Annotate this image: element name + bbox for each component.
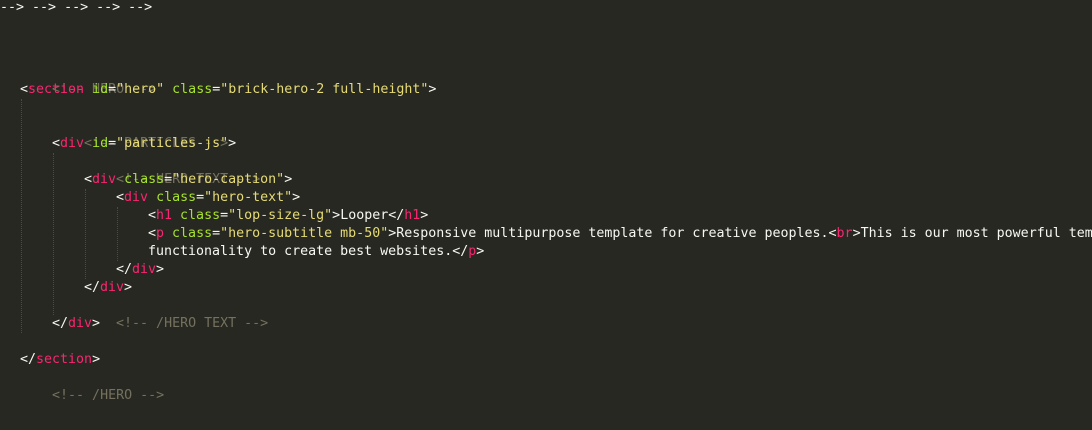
- code-line[interactable]: <!-- /HERO -->: [20, 369, 164, 403]
- indent-guide: [53, 153, 54, 315]
- code-comment: <!-- /HERO -->: [52, 388, 165, 403]
- code-string: "brick-hero-2 full-height": [220, 82, 429, 97]
- code-line[interactable]: </div>: [116, 261, 164, 279]
- code-editor[interactable]: --> <!-- HERO --> <section id="hero" cla…: [0, 0, 1092, 430]
- code-line[interactable]: <div id="particles-js">: [52, 135, 236, 153]
- code-text: functionality to create best websites.: [148, 244, 453, 259]
- code-string: "hero-caption": [172, 172, 285, 187]
- code-text: This is our most powerful tem: [860, 226, 1092, 241]
- code-tag: section: [36, 352, 93, 367]
- code-tag: p: [156, 226, 165, 241]
- code-string: "hero-text": [204, 190, 293, 205]
- code-line[interactable]: <!-- PARTICLES -->: [52, 117, 228, 151]
- code-line[interactable]: <section id="hero" class="brick-hero-2 f…: [20, 81, 436, 99]
- code-string: "hero": [116, 82, 165, 97]
- code-attribute: class: [180, 208, 221, 223]
- code-line[interactable]: <p class="hero-subtitle mb-50">Responsiv…: [148, 225, 1092, 243]
- code-tag: br: [836, 226, 853, 241]
- code-attribute: class: [156, 190, 197, 205]
- code-line[interactable]: <div class="hero-text">: [116, 189, 300, 207]
- code-string: "particles-js": [116, 136, 229, 151]
- code-tag: h1: [156, 208, 173, 223]
- code-text: Looper: [340, 208, 389, 223]
- code-comment: <!-- /HERO TEXT -->: [116, 316, 269, 331]
- code-attribute: class: [124, 172, 165, 187]
- code-tag: h1: [404, 208, 421, 223]
- code-tag: div: [68, 316, 93, 331]
- code-tag: div: [92, 172, 117, 187]
- code-string: "lop-size-lg": [228, 208, 333, 223]
- code-line[interactable]: </section>: [20, 351, 100, 369]
- code-line[interactable]: <div class="hero-caption">: [84, 171, 292, 189]
- indent-guide: [21, 99, 22, 333]
- code-text: Responsive multipurpose template for cre…: [396, 226, 829, 241]
- code-line[interactable]: </div>: [84, 279, 132, 297]
- code-line[interactable]: functionality to create best websites.</…: [148, 243, 484, 261]
- code-tag: div: [60, 136, 85, 151]
- code-attribute: id: [92, 136, 109, 151]
- code-line[interactable]: <!-- /HERO TEXT -->: [84, 297, 268, 331]
- code-attribute: class: [172, 82, 213, 97]
- code-line[interactable]: <!-- HERO TEXT -->: [84, 153, 260, 187]
- code-line[interactable]: <!-- HERO -->: [20, 63, 156, 97]
- indent-guide: [117, 207, 118, 261]
- code-attribute: id: [92, 82, 109, 97]
- code-string: "hero-subtitle mb-50": [220, 226, 389, 241]
- code-tag: div: [132, 262, 157, 277]
- code-tag: div: [100, 280, 125, 295]
- code-attribute: class: [172, 226, 213, 241]
- code-tag: section: [28, 82, 85, 97]
- code-line[interactable]: <h1 class="lop-size-lg">Looper</h1>: [148, 207, 428, 225]
- code-tag: div: [124, 190, 149, 205]
- code-line[interactable]: </div>: [52, 315, 100, 333]
